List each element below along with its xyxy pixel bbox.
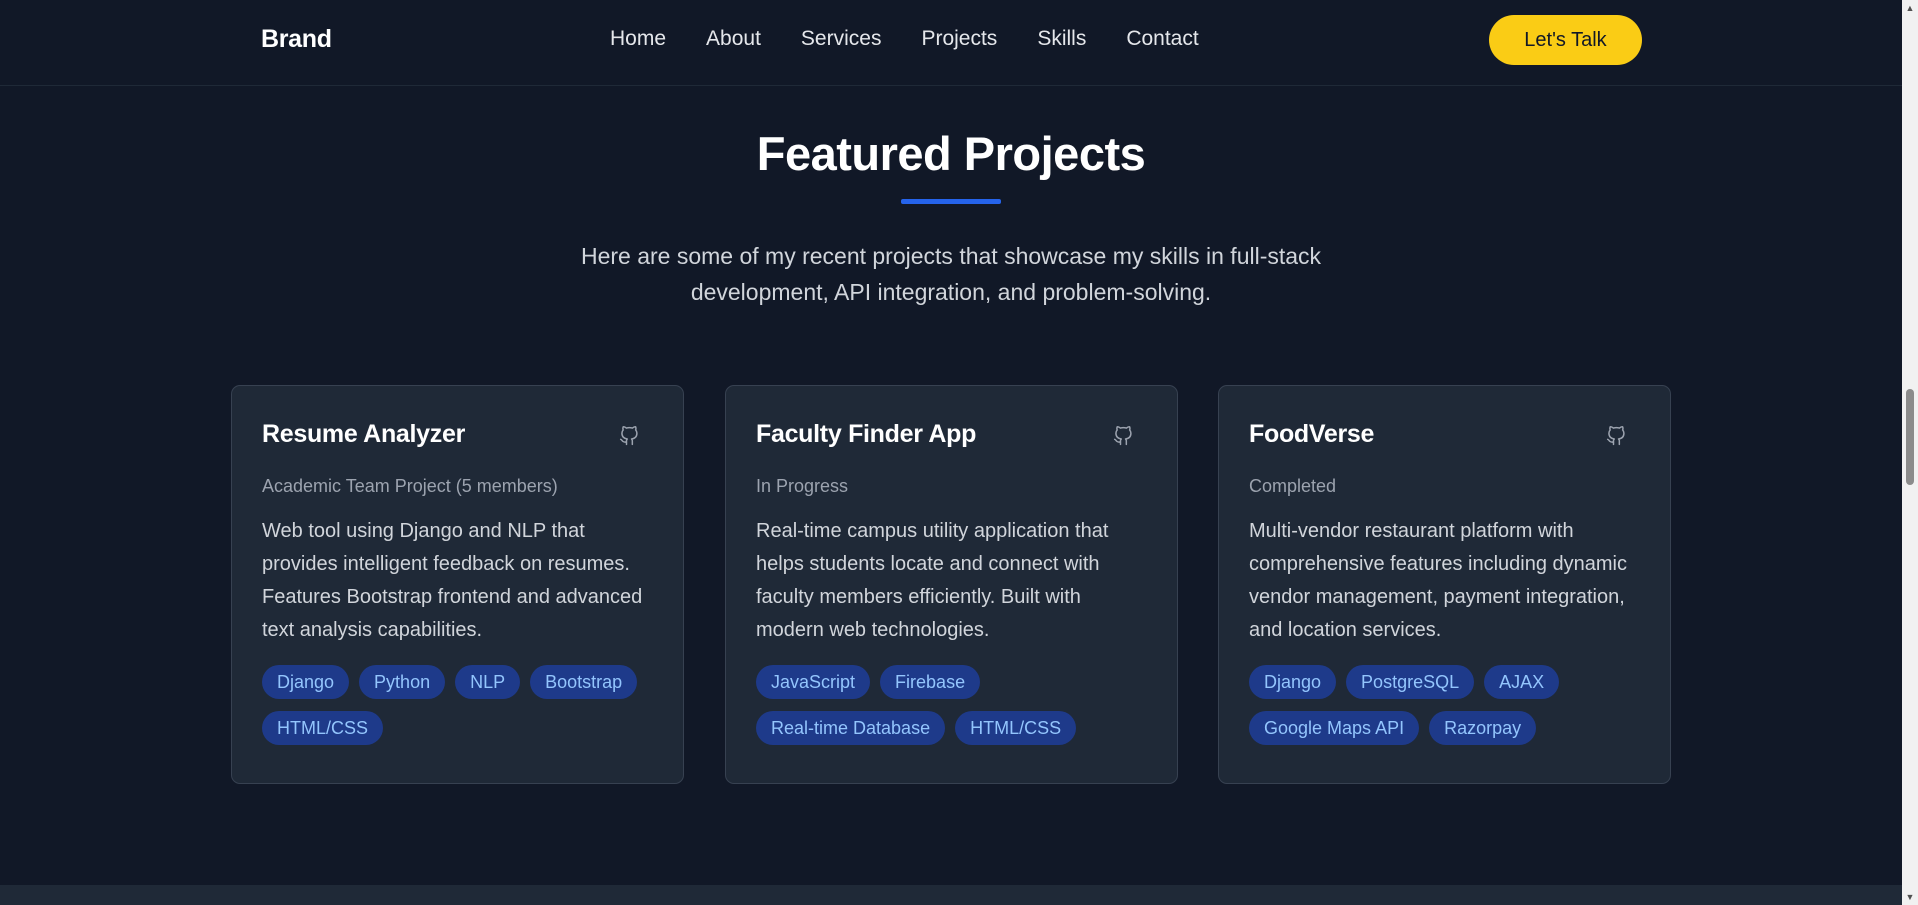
project-description: Multi-vendor restaurant platform with co… [1249, 520, 1627, 641]
nav-link-projects[interactable]: Projects [921, 27, 997, 51]
title-underline [901, 199, 1001, 204]
lets-talk-button[interactable]: Let's Talk [1489, 15, 1642, 65]
project-title: FoodVerse [1249, 420, 1375, 448]
brand-logo[interactable]: Brand [261, 25, 332, 54]
project-card: FoodVerse Completed Multi-vendor restaur… [1218, 385, 1671, 784]
tech-tag: AJAX [1484, 665, 1560, 699]
page: Brand Home About Services Projects Skill… [0, 0, 1902, 905]
github-icon[interactable] [1606, 426, 1630, 450]
tech-tag: Razorpay [1429, 711, 1537, 745]
project-status: In Progress [756, 476, 849, 496]
project-title: Resume Analyzer [262, 420, 465, 448]
project-title: Faculty Finder App [756, 420, 977, 448]
project-status: Completed [1249, 476, 1337, 496]
footer-strip [0, 885, 1902, 905]
nav-link-services[interactable]: Services [801, 27, 882, 51]
scroll-up-arrow-icon[interactable]: ▲ [1905, 3, 1915, 13]
scroll-thumb[interactable] [1906, 389, 1914, 485]
project-description: Real-time campus utility application tha… [756, 520, 1109, 641]
tech-tag: Django [262, 665, 350, 699]
nav-link-skills[interactable]: Skills [1037, 27, 1086, 51]
nav-link-home[interactable]: Home [610, 27, 666, 51]
project-status: Academic Team Project (5 members) [262, 476, 558, 496]
tech-tag: Google Maps API [1249, 711, 1420, 745]
tech-tag: PostgreSQL [1346, 665, 1475, 699]
tech-tag: HTML/CSS [955, 711, 1077, 745]
tag-list: JavaScript Firebase Real-time Database H… [756, 665, 1147, 745]
project-card: Resume Analyzer Academic Team Project (5… [231, 385, 684, 784]
scrollbar[interactable]: ▲ ▼ [1902, 0, 1918, 905]
tech-tag: Real-time Database [756, 711, 946, 745]
tech-tag: NLP [455, 665, 521, 699]
tech-tag: HTML/CSS [262, 711, 384, 745]
nav-link-about[interactable]: About [706, 27, 761, 51]
nav-link-contact[interactable]: Contact [1126, 27, 1198, 51]
tech-tag: Bootstrap [530, 665, 638, 699]
tech-tag: Firebase [880, 665, 981, 699]
project-description: Web tool using Django and NLP that provi… [262, 520, 643, 641]
github-icon[interactable] [1113, 426, 1137, 450]
project-card: Faculty Finder App In Progress Real-time… [725, 385, 1178, 784]
tech-tag: Python [359, 665, 446, 699]
tag-list: Django Python NLP Bootstrap HTML/CSS [262, 665, 653, 745]
nav-links: Home About Services Projects Skills Cont… [610, 27, 1199, 51]
scroll-down-arrow-icon[interactable]: ▼ [1905, 892, 1915, 902]
section-title: Featured Projects [756, 127, 1146, 180]
section-subtitle: Here are some of my recent projects that… [580, 243, 1322, 305]
tech-tag: JavaScript [756, 665, 871, 699]
github-icon[interactable] [619, 426, 643, 450]
tech-tag: Django [1249, 665, 1337, 699]
navbar: Brand Home About Services Projects Skill… [0, 0, 1902, 86]
tag-list: Django PostgreSQL AJAX Google Maps API R… [1249, 665, 1640, 745]
